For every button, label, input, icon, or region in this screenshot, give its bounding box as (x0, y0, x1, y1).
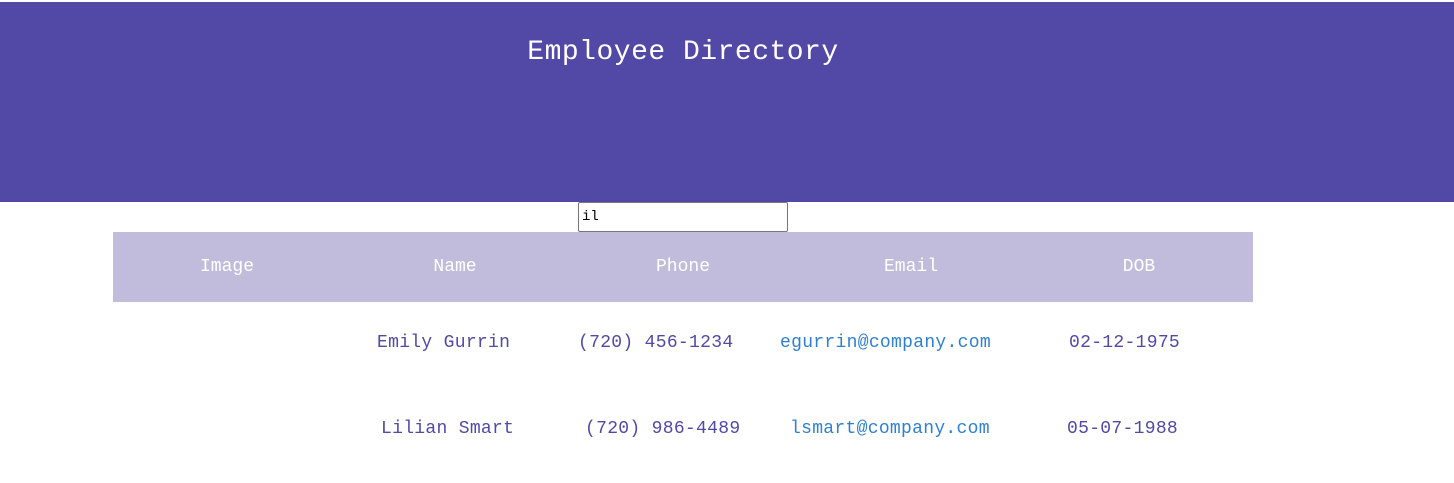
employee-table: Image Name Phone Email DOB Emily Gurrin … (113, 232, 1253, 474)
employee-name: Emily Gurrin (377, 333, 511, 353)
employee-dob: 02-12-1975 (1069, 333, 1181, 353)
page-header: Employee Directory (0, 2, 1454, 202)
employee-phone: (720) 456-1234 (578, 333, 734, 353)
column-header-name[interactable]: Name (341, 257, 569, 277)
employee-dob: 05-07-1988 (1067, 419, 1179, 439)
table-row: Lilian Smart (720) 986-4489 lsmart@compa… (113, 388, 1253, 474)
employee-email[interactable]: lsmart@company.com (790, 419, 990, 439)
page-title: Employee Directory (527, 37, 839, 68)
employee-name: Lilian Smart (381, 419, 515, 439)
column-header-email[interactable]: Email (797, 257, 1025, 277)
table-row: Emily Gurrin (720) 456-1234 egurrin@comp… (113, 302, 1253, 388)
column-header-image[interactable]: Image (113, 257, 341, 277)
employee-email[interactable]: egurrin@company.com (780, 333, 991, 353)
column-header-phone[interactable]: Phone (569, 257, 797, 277)
table-header: Image Name Phone Email DOB (113, 232, 1253, 302)
column-header-dob[interactable]: DOB (1025, 257, 1253, 277)
search-input[interactable] (578, 202, 788, 232)
employee-phone: (720) 986-4489 (585, 419, 741, 439)
